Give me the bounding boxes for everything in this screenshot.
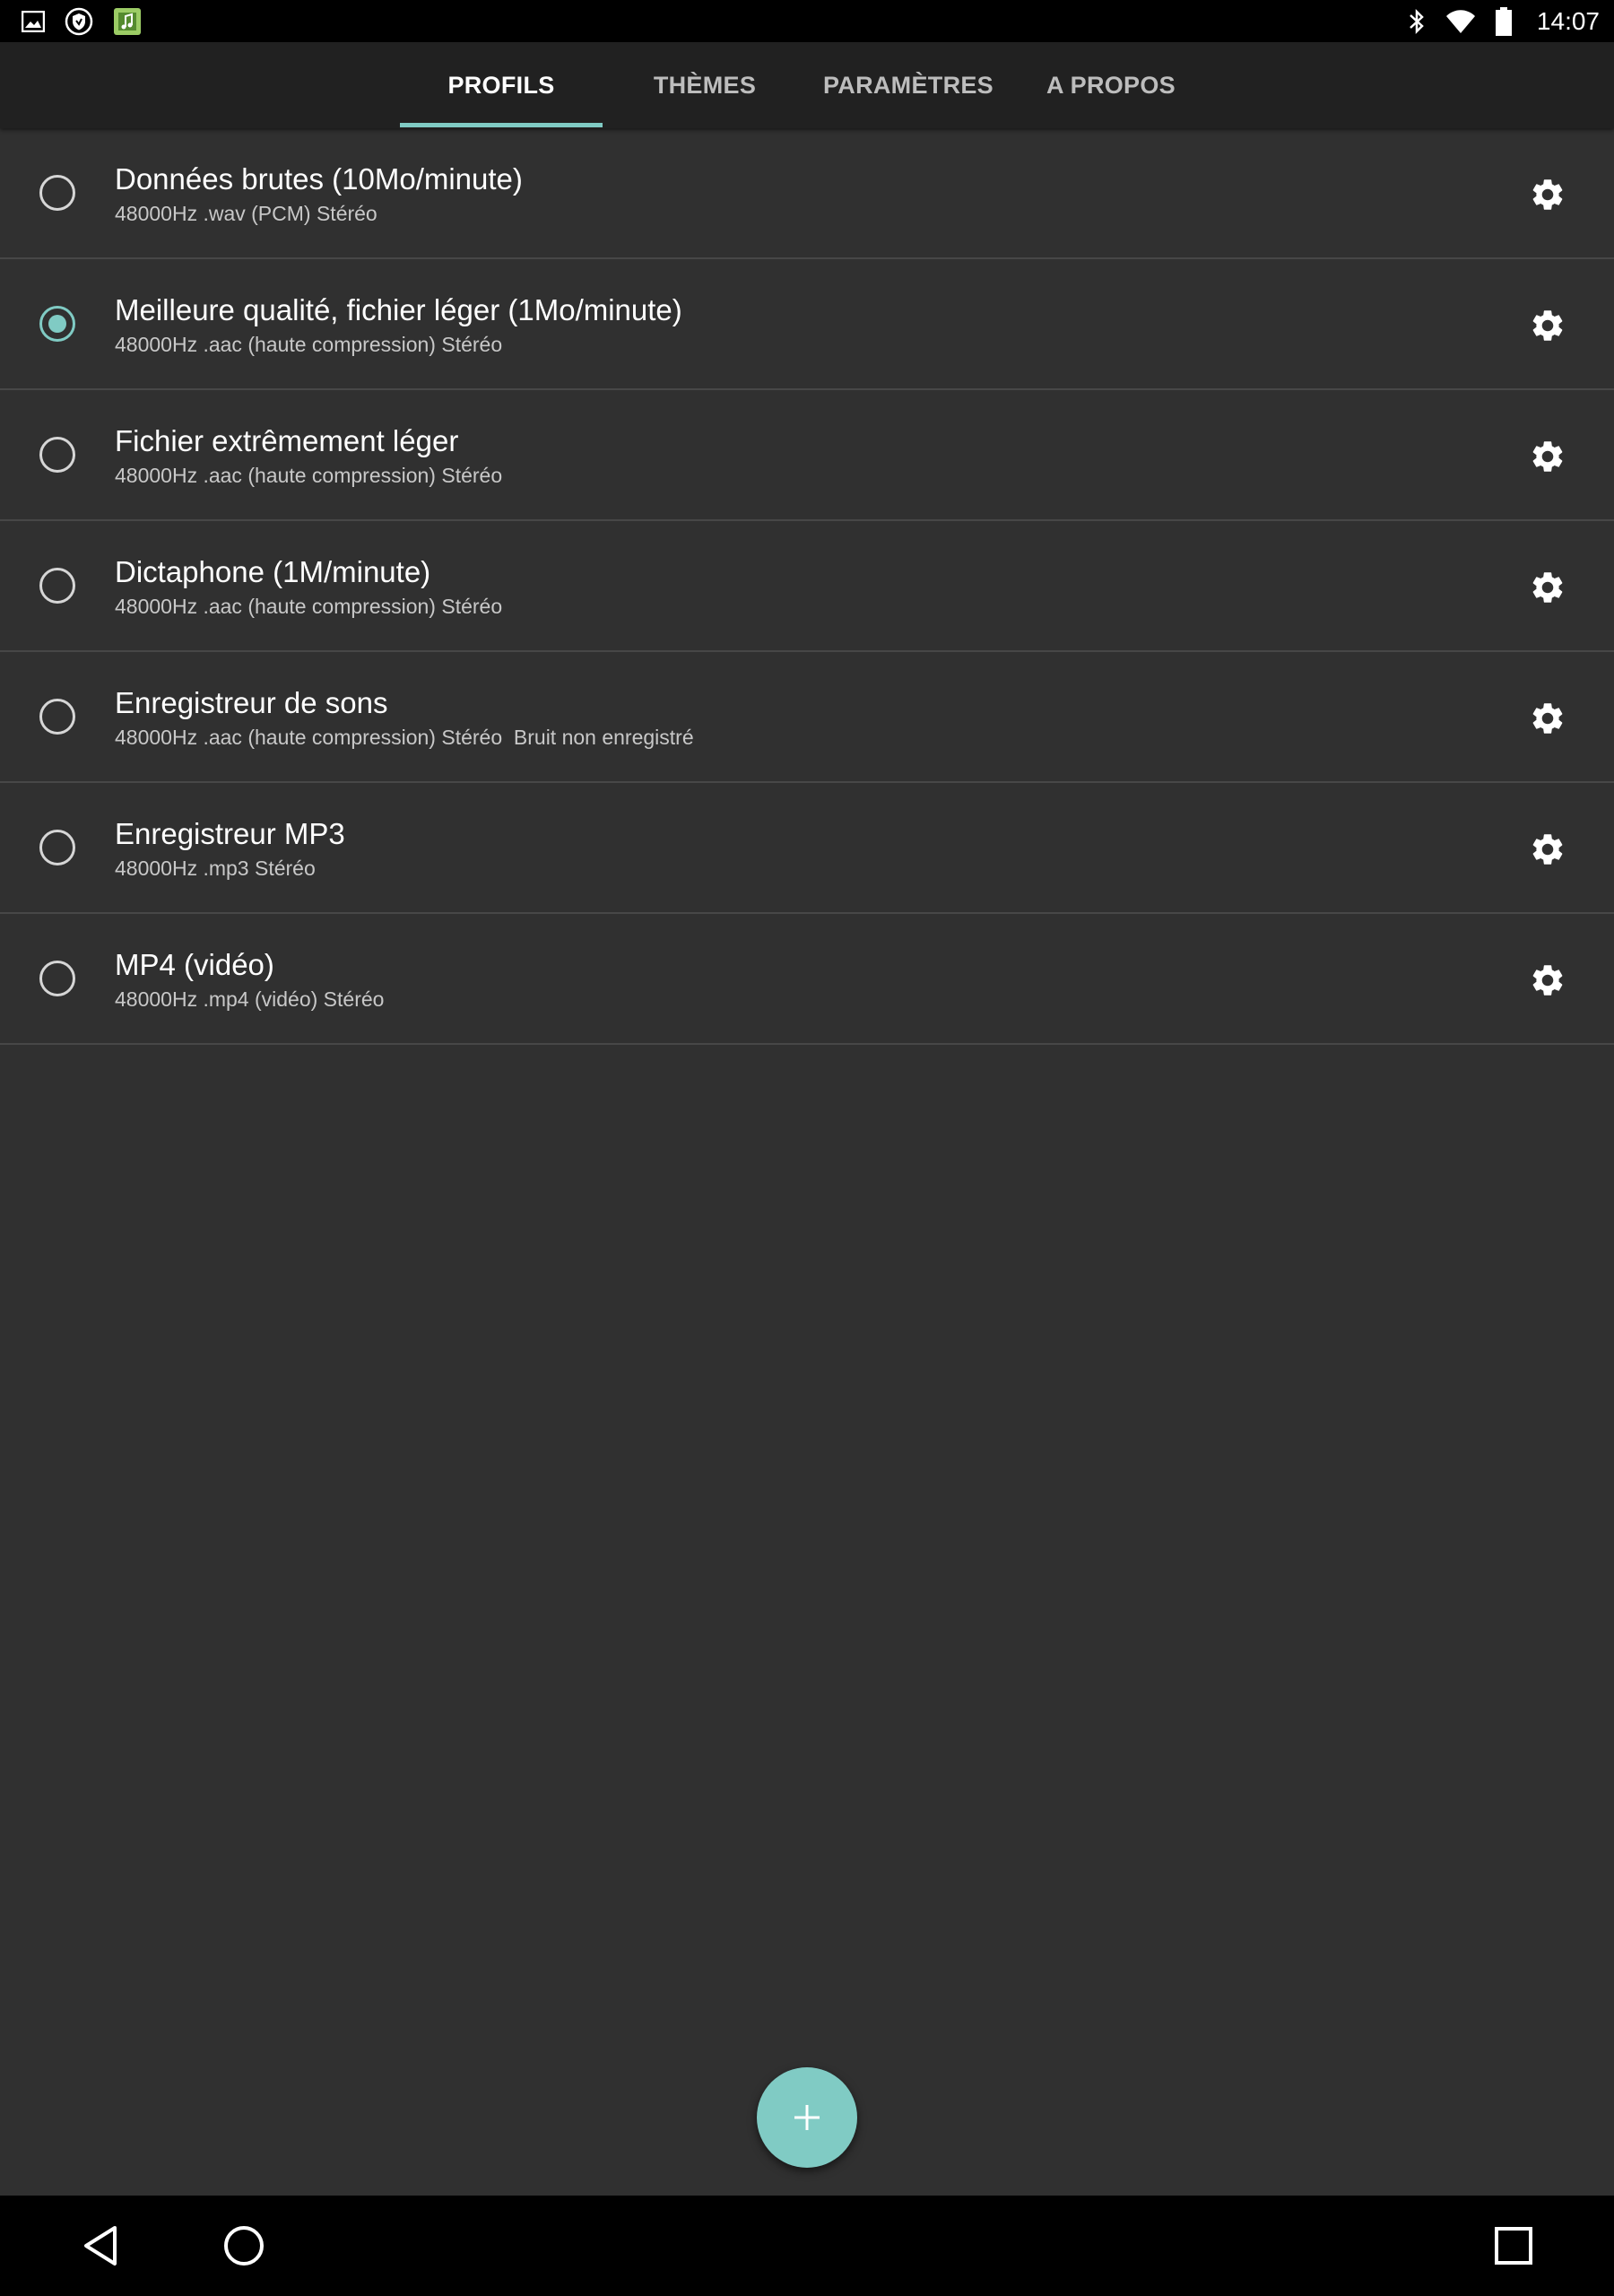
shield-icon xyxy=(65,7,93,36)
profile-radio[interactable] xyxy=(39,830,75,865)
status-left-icons xyxy=(22,7,142,36)
profile-title: Dictaphone (1M/minute) xyxy=(115,555,431,588)
profile-subtitle: 48000Hz .wav (PCM) Stéréo xyxy=(115,202,377,225)
status-right-icons: 14:07 xyxy=(1408,6,1600,36)
profile-subtitle: 48000Hz .aac (haute compression) Stéréo xyxy=(115,333,503,356)
back-icon xyxy=(81,2224,120,2267)
profile-radio[interactable] xyxy=(39,568,75,604)
status-bar: 14:07 xyxy=(0,0,1614,42)
back-button[interactable] xyxy=(65,2213,136,2278)
profile-row[interactable]: Dictaphone (1M/minute) 48000Hz .aac (hau… xyxy=(0,521,1614,652)
profile-title: MP4 (vidéo) xyxy=(115,948,274,981)
profile-row[interactable]: Données brutes (10Mo/minute) 48000Hz .wa… xyxy=(0,128,1614,259)
profile-row[interactable]: Enregistreur de sons 48000Hz .aac (haute… xyxy=(0,652,1614,783)
profile-radio[interactable] xyxy=(39,306,75,342)
profile-radio[interactable] xyxy=(39,175,75,211)
plus-icon xyxy=(791,2101,823,2134)
add-profile-button[interactable] xyxy=(757,2067,857,2168)
clock: 14:07 xyxy=(1536,6,1600,35)
gear-icon[interactable] xyxy=(1528,306,1567,345)
battery-icon xyxy=(1495,6,1512,36)
tab-profils[interactable]: PROFILS xyxy=(400,42,603,128)
gear-icon[interactable] xyxy=(1528,175,1567,214)
home-icon xyxy=(222,2224,265,2267)
profile-title: Données brutes (10Mo/minute) xyxy=(115,162,523,196)
profile-row[interactable]: Meilleure qualité, fichier léger (1Mo/mi… xyxy=(0,259,1614,390)
tab-parametres[interactable]: PARAMÈTRES xyxy=(807,42,1010,128)
profile-subtitle: 48000Hz .mp4 (vidéo) Stéréo xyxy=(115,987,385,1011)
tab-a-propos[interactable]: A PROPOS xyxy=(1010,42,1212,128)
profile-title: Meilleure qualité, fichier léger (1Mo/mi… xyxy=(115,293,682,326)
profile-list: Données brutes (10Mo/minute) 48000Hz .wa… xyxy=(0,128,1614,1045)
profile-title: Enregistreur MP3 xyxy=(115,817,345,850)
profile-title: Enregistreur de sons xyxy=(115,686,388,719)
profile-row[interactable]: Fichier extrêmement léger 48000Hz .aac (… xyxy=(0,390,1614,521)
profile-subtitle: 48000Hz .aac (haute compression) Stéréo xyxy=(115,595,503,618)
profile-title: Fichier extrêmement léger xyxy=(115,424,459,457)
profile-row[interactable]: Enregistreur MP3 48000Hz .mp3 Stéréo xyxy=(0,783,1614,914)
navigation-bar xyxy=(0,2196,1614,2296)
profile-radio[interactable] xyxy=(39,699,75,735)
gear-icon[interactable] xyxy=(1528,961,1567,1000)
gear-icon[interactable] xyxy=(1528,568,1567,607)
profile-subtitle: 48000Hz .mp3 Stéréo xyxy=(115,857,316,880)
profile-row[interactable]: MP4 (vidéo) 48000Hz .mp4 (vidéo) Stéréo xyxy=(0,914,1614,1045)
recents-button[interactable] xyxy=(1478,2213,1549,2278)
gear-icon[interactable] xyxy=(1528,699,1567,738)
gear-icon[interactable] xyxy=(1528,830,1567,869)
home-button[interactable] xyxy=(208,2213,280,2278)
profile-radio[interactable] xyxy=(39,437,75,473)
tab-bar: PROFILS THÈMES PARAMÈTRES A PROPOS xyxy=(0,42,1614,128)
profile-subtitle: 48000Hz .aac (haute compression) Stéréo … xyxy=(115,726,694,749)
app-icon xyxy=(113,7,142,36)
tab-indicator xyxy=(400,123,603,127)
gallery-icon xyxy=(22,10,45,32)
tab-themes[interactable]: THÈMES xyxy=(603,42,806,128)
wifi-icon xyxy=(1445,9,1476,34)
profile-radio[interactable] xyxy=(39,961,75,996)
gear-icon[interactable] xyxy=(1528,437,1567,476)
screen: 14:07 PROFILS THÈMES PARAMÈTRES A PROPOS… xyxy=(0,0,1614,2296)
profile-subtitle: 48000Hz .aac (haute compression) Stéréo xyxy=(115,464,503,487)
bluetooth-icon xyxy=(1408,8,1426,35)
recents-icon xyxy=(1494,2226,1533,2266)
